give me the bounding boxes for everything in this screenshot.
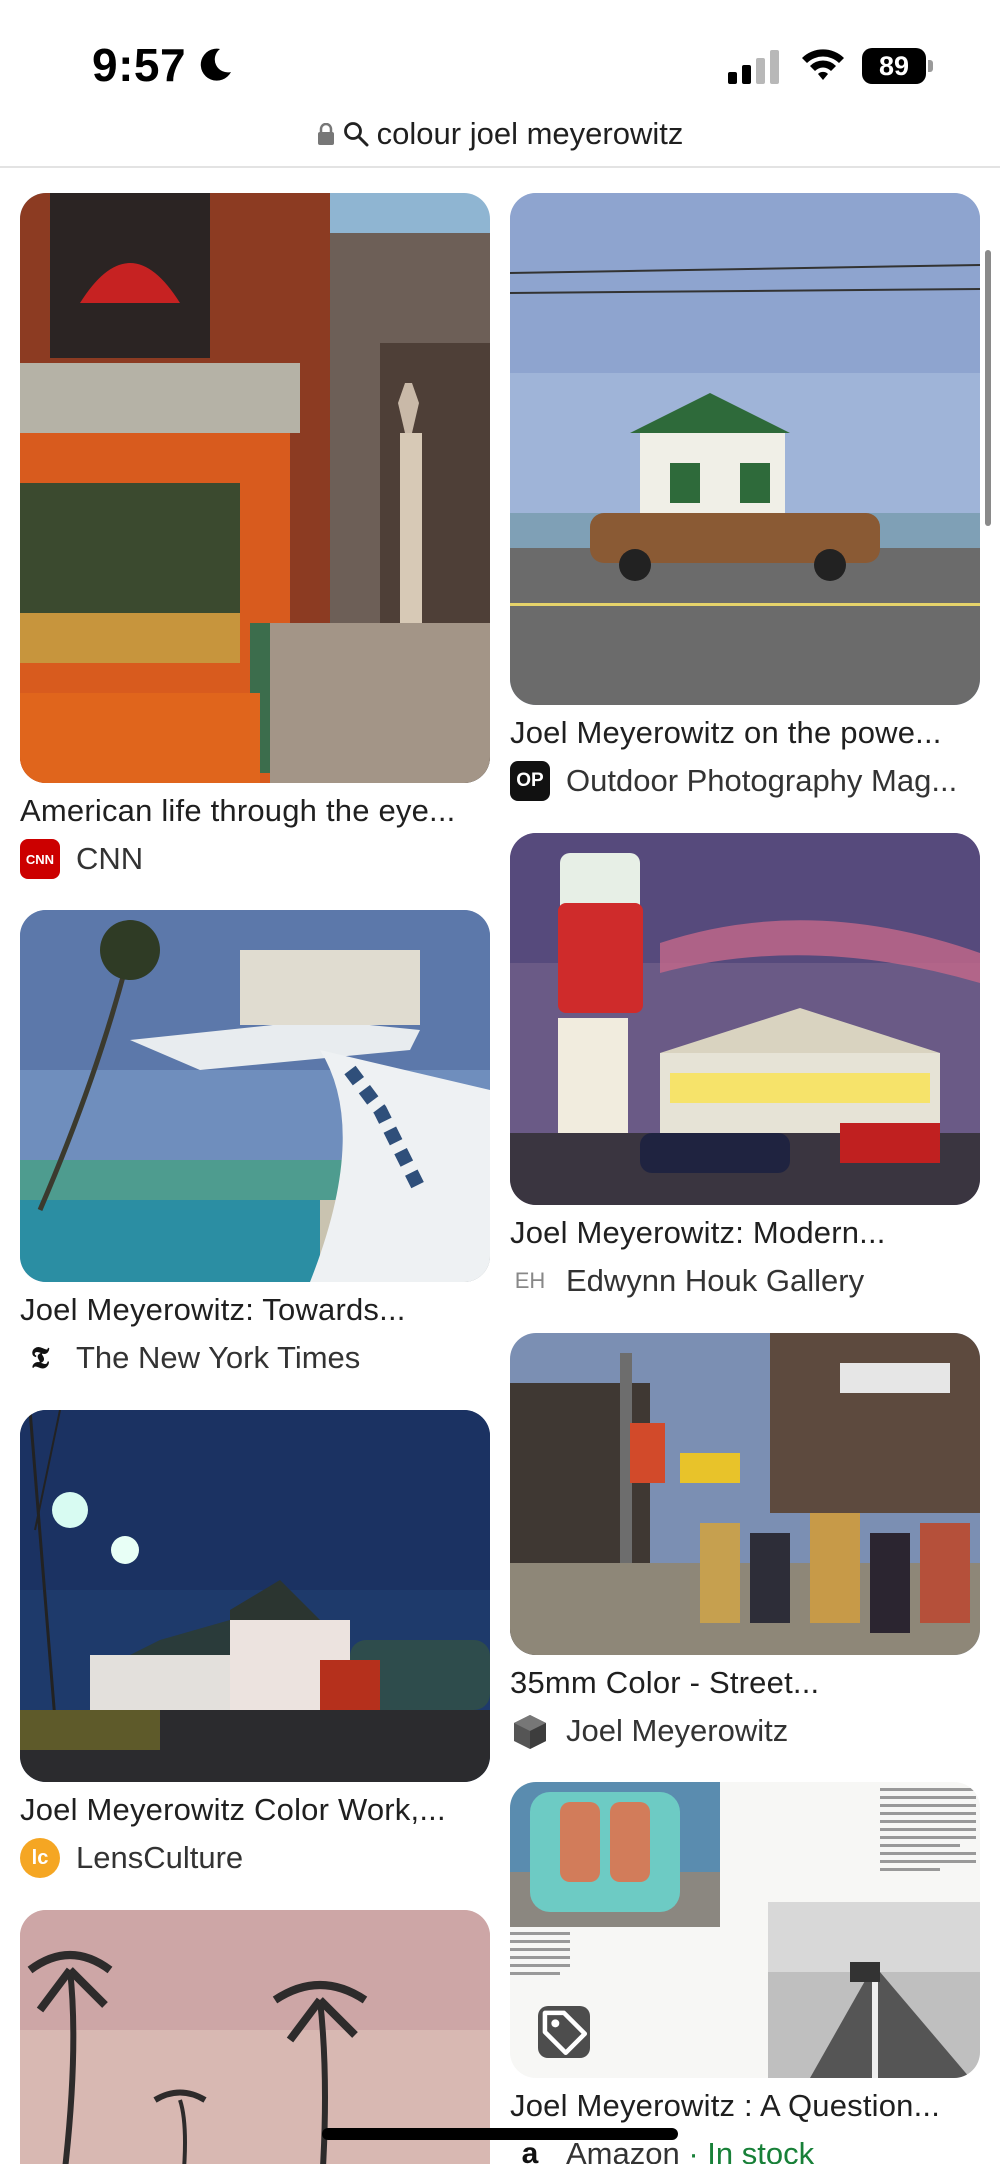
result-card[interactable] <box>20 1910 490 2164</box>
source-name: Outdoor Photography Mag... <box>566 763 958 798</box>
shopping-tag-icon <box>538 2006 590 2058</box>
result-card[interactable]: 35mm Color - Street... Joel Meyerowitz <box>510 1333 980 1751</box>
result-image[interactable] <box>510 1333 980 1655</box>
result-source: EH Edwynn Houk Gallery <box>510 1261 980 1301</box>
source-name: Joel Meyerowitz <box>566 1713 789 1748</box>
result-image[interactable] <box>20 1410 490 1782</box>
home-indicator[interactable] <box>322 2128 678 2140</box>
scrollbar[interactable] <box>985 250 991 526</box>
lensculture-logo-icon: lc <box>20 1838 60 1878</box>
result-image[interactable] <box>510 833 980 1205</box>
status-bar: 9:57 89 <box>0 0 1000 110</box>
search-icon <box>343 122 369 147</box>
result-title[interactable]: 35mm Color - Street... <box>510 1665 980 1701</box>
result-image[interactable] <box>20 193 490 783</box>
cube-logo-icon <box>514 1715 546 1749</box>
result-image[interactable] <box>510 1782 980 2078</box>
clock: 9:57 <box>92 39 187 91</box>
header-divider <box>0 166 1000 168</box>
result-card[interactable]: Joel Meyerowitz : A Question... a Amazon… <box>510 1782 980 2164</box>
result-card[interactable]: Joel Meyerowitz: Towards... 𝕿 The New Yo… <box>20 910 490 1378</box>
outdoor-photography-logo-icon: OP <box>510 761 550 801</box>
result-card[interactable]: Joel Meyerowitz on the powe... OP Outdoo… <box>510 193 980 801</box>
result-title[interactable]: Joel Meyerowitz: Towards... <box>20 1292 490 1328</box>
source-name: The New York Times <box>76 1340 361 1375</box>
result-card[interactable]: American life through the eye... CNN CNN <box>20 193 490 879</box>
result-source: 𝕿 The New York Times <box>20 1338 490 1378</box>
result-title[interactable]: Joel Meyerowitz on the powe... <box>510 715 980 751</box>
result-card[interactable]: Joel Meyerowitz: Modern... EH Edwynn Hou… <box>510 833 980 1301</box>
cnn-logo-icon: CNN <box>20 839 60 879</box>
source-name-text: Amazon <box>566 2136 680 2164</box>
result-source: OP Outdoor Photography Mag... <box>510 761 980 801</box>
source-name: CNN <box>76 841 144 876</box>
result-image[interactable] <box>510 193 980 705</box>
result-image[interactable] <box>20 910 490 1282</box>
search-query: colour joel meyerowitz <box>376 116 684 151</box>
result-source: Joel Meyerowitz <box>510 1711 980 1751</box>
nyt-logo-icon: 𝕿 <box>20 1338 60 1378</box>
edwynn-houk-logo-icon: EH <box>510 1261 550 1301</box>
moon-icon <box>200 48 231 81</box>
result-title[interactable]: American life through the eye... <box>20 793 490 829</box>
url-bar[interactable]: colour joel meyerowitz <box>0 104 1000 164</box>
battery-level: 89 <box>862 48 926 84</box>
battery-icon: 89 <box>862 48 934 84</box>
result-source: CNN CNN <box>20 839 490 879</box>
in-stock-label: · In stock <box>688 2136 815 2164</box>
result-title[interactable]: Joel Meyerowitz : A Question... <box>510 2088 980 2124</box>
wifi-icon <box>802 49 844 80</box>
lock-icon <box>317 123 334 145</box>
cellular-signal-icon <box>728 50 779 84</box>
source-name: Edwynn Houk Gallery <box>566 1263 865 1298</box>
result-title[interactable]: Joel Meyerowitz: Modern... <box>510 1215 980 1251</box>
result-source: lc LensCulture <box>20 1838 490 1878</box>
result-title[interactable]: Joel Meyerowitz Color Work,... <box>20 1792 490 1828</box>
result-image[interactable] <box>20 1910 490 2164</box>
source-name: Amazon · In stock <box>566 2136 814 2164</box>
result-card[interactable]: Joel Meyerowitz Color Work,... lc LensCu… <box>20 1410 490 1878</box>
source-name: LensCulture <box>76 1840 244 1875</box>
